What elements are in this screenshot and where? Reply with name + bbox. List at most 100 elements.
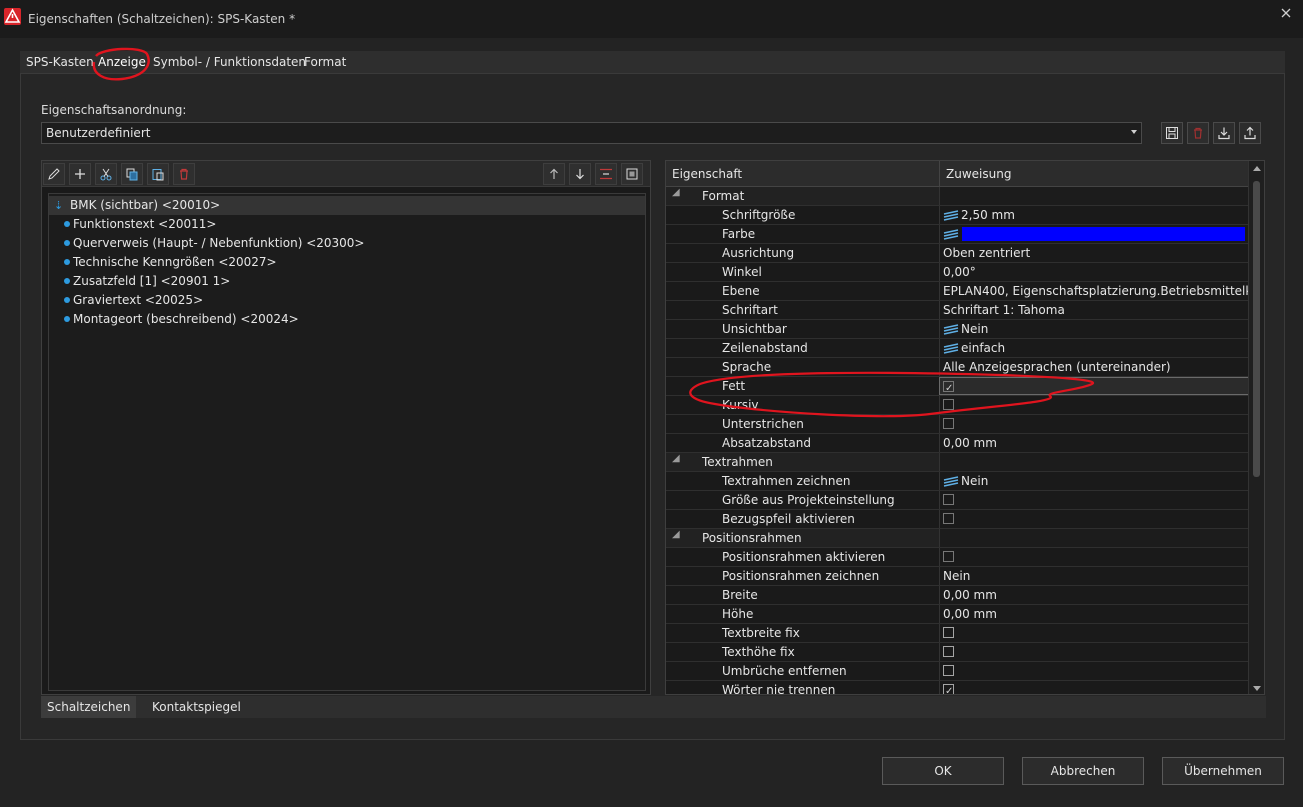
move-down-button[interactable] xyxy=(569,163,591,185)
row-hoehe[interactable]: Höhe 0,00 mm xyxy=(666,605,1249,624)
column-divider[interactable] xyxy=(939,161,940,187)
close-icon[interactable] xyxy=(1279,6,1293,20)
row-value[interactable] xyxy=(939,415,1249,433)
bezugspfeil-checkbox[interactable] xyxy=(943,513,954,524)
row-ausrichtung[interactable]: Ausrichtung Oben zentriert xyxy=(666,244,1249,263)
row-value[interactable]: Alle Anzeigesprachen (untereinander) xyxy=(939,358,1249,376)
row-value[interactable] xyxy=(939,396,1249,414)
tree-item-montageort[interactable]: Montageort (beschreibend) <20024> xyxy=(49,310,645,329)
cut-button[interactable] xyxy=(95,163,117,185)
row-value[interactable]: Nein xyxy=(939,567,1249,585)
row-breite[interactable]: Breite 0,00 mm xyxy=(666,586,1249,605)
fett-checkbox[interactable]: ✓ xyxy=(943,381,954,394)
row-absatzabstand[interactable]: Absatzabstand 0,00 mm xyxy=(666,434,1249,453)
row-unterstrichen[interactable]: Unterstrichen xyxy=(666,415,1249,434)
collapse-caret-icon[interactable]: ◢ xyxy=(672,187,680,198)
move-up-button[interactable] xyxy=(543,163,565,185)
tree-item-graviertext[interactable]: Graviertext <20025> xyxy=(49,291,645,310)
scroll-down-icon[interactable] xyxy=(1253,686,1261,691)
row-schriftgroesse[interactable]: Schriftgröße 2,50 mm xyxy=(666,206,1249,225)
row-value[interactable]: EPLAN400, Eigenschaftsplatzierung.Betrie… xyxy=(939,282,1249,300)
category-textrahmen[interactable]: ◢ Textrahmen xyxy=(666,453,1249,472)
row-value[interactable]: ✓ xyxy=(939,681,1249,694)
row-sprache[interactable]: Sprache Alle Anzeigesprachen (untereinan… xyxy=(666,358,1249,377)
ok-button[interactable]: OK xyxy=(882,757,1004,785)
expand-rows-button[interactable] xyxy=(595,163,617,185)
row-value[interactable]: Schriftart 1: Tahoma xyxy=(939,301,1249,319)
row-kursiv[interactable]: Kursiv xyxy=(666,396,1249,415)
category-format[interactable]: ◢ Format xyxy=(666,187,1249,206)
woerter-nie-trennen-checkbox[interactable]: ✓ xyxy=(943,684,954,694)
row-groesse-aus-projekteinstellung[interactable]: Größe aus Projekteinstellung xyxy=(666,491,1249,510)
row-value[interactable]: Nein xyxy=(939,472,1249,490)
row-winkel[interactable]: Winkel 0,00° xyxy=(666,263,1249,282)
arrangement-dropdown[interactable]: Benutzerdefiniert xyxy=(41,122,1142,144)
add-button[interactable] xyxy=(69,163,91,185)
tree-item-funktionstext[interactable]: Funktionstext <20011> xyxy=(49,215,645,234)
row-value[interactable] xyxy=(939,662,1249,680)
row-value[interactable]: 0,00° xyxy=(939,263,1249,281)
unterstrichen-checkbox[interactable] xyxy=(943,418,954,429)
scroll-up-icon[interactable] xyxy=(1253,166,1261,171)
save-arrangement-button[interactable] xyxy=(1161,122,1183,144)
copy-button[interactable] xyxy=(121,163,143,185)
groesse-checkbox[interactable] xyxy=(943,494,954,505)
row-value[interactable]: 0,00 mm xyxy=(939,434,1249,452)
tree-item-querverweis[interactable]: Querverweis (Haupt- / Nebenfunktion) <20… xyxy=(49,234,645,253)
scrollbar-thumb[interactable] xyxy=(1253,181,1260,477)
delete-arrangement-button[interactable] xyxy=(1187,122,1209,144)
edit-button[interactable] xyxy=(43,163,65,185)
row-value[interactable] xyxy=(939,510,1249,528)
row-zeilenabstand[interactable]: Zeilenabstand einfach xyxy=(666,339,1249,358)
positionsrahmen-aktivieren-checkbox[interactable] xyxy=(943,551,954,562)
grid-scrollbar[interactable] xyxy=(1248,161,1264,694)
export-arrangement-button[interactable] xyxy=(1239,122,1261,144)
row-value[interactable] xyxy=(939,624,1249,642)
collapse-caret-icon[interactable]: ◢ xyxy=(672,529,680,540)
tab-format[interactable]: Format xyxy=(304,51,346,74)
row-positionsrahmen-zeichnen[interactable]: Positionsrahmen zeichnen Nein xyxy=(666,567,1249,586)
row-textbreite-fix[interactable]: Textbreite fix xyxy=(666,624,1249,643)
kursiv-checkbox[interactable] xyxy=(943,399,954,410)
row-value[interactable]: 0,00 mm xyxy=(939,605,1249,623)
row-value[interactable]: ✓ xyxy=(939,377,1249,395)
row-value[interactable] xyxy=(939,225,1249,243)
row-value[interactable] xyxy=(939,491,1249,509)
umbrueche-entfernen-checkbox[interactable] xyxy=(943,665,954,676)
row-fett[interactable]: Fett ✓ xyxy=(666,377,1249,396)
import-arrangement-button[interactable] xyxy=(1213,122,1235,144)
tab-symbol-funktionsdaten[interactable]: Symbol- / Funktionsdaten xyxy=(153,51,306,74)
paste-button[interactable] xyxy=(147,163,169,185)
row-bezugspfeil-aktivieren[interactable]: Bezugspfeil aktivieren xyxy=(666,510,1249,529)
apply-button[interactable]: Übernehmen xyxy=(1162,757,1284,785)
row-value[interactable]: 2,50 mm xyxy=(939,206,1249,224)
row-texthoehe-fix[interactable]: Texthöhe fix xyxy=(666,643,1249,662)
collapse-caret-icon[interactable]: ◢ xyxy=(672,453,680,464)
textbreite-fix-checkbox[interactable] xyxy=(943,627,954,638)
cancel-button[interactable]: Abbrechen xyxy=(1022,757,1144,785)
row-positionsrahmen-aktivieren[interactable]: Positionsrahmen aktivieren xyxy=(666,548,1249,567)
row-value[interactable]: Nein xyxy=(939,320,1249,338)
column-header-zuweisung[interactable]: Zuweisung xyxy=(946,167,1011,181)
row-farbe[interactable]: Farbe xyxy=(666,225,1249,244)
tab-schaltzeichen[interactable]: Schaltzeichen xyxy=(41,696,137,718)
row-value[interactable]: einfach xyxy=(939,339,1249,357)
tree-item-bmk[interactable]: ⇣ BMK (sichtbar) <20010> xyxy=(49,196,645,215)
row-schriftart[interactable]: Schriftart Schriftart 1: Tahoma xyxy=(666,301,1249,320)
texthoehe-fix-checkbox[interactable] xyxy=(943,646,954,657)
row-umbrueche-entfernen[interactable]: Umbrüche entfernen xyxy=(666,662,1249,681)
row-value[interactable] xyxy=(939,643,1249,661)
tab-sps-kasten[interactable]: SPS-Kasten xyxy=(26,51,94,74)
row-ebene[interactable]: Ebene EPLAN400, Eigenschaftsplatzierung.… xyxy=(666,282,1249,301)
column-header-eigenschaft[interactable]: Eigenschaft xyxy=(672,167,742,181)
row-textrahmen-zeichnen[interactable]: Textrahmen zeichnen Nein xyxy=(666,472,1249,491)
row-value[interactable]: 0,00 mm xyxy=(939,586,1249,604)
tree-item-zusatzfeld[interactable]: Zusatzfeld [1] <20901 1> xyxy=(49,272,645,291)
category-positionsrahmen[interactable]: ◢ Positionsrahmen xyxy=(666,529,1249,548)
tree-item-technische-kenngroessen[interactable]: Technische Kenngrößen <20027> xyxy=(49,253,645,272)
row-woerter-nie-trennen[interactable]: Wörter nie trennen ✓ xyxy=(666,681,1249,694)
settings-frame-button[interactable] xyxy=(621,163,643,185)
delete-button[interactable] xyxy=(173,163,195,185)
row-value[interactable] xyxy=(939,548,1249,566)
color-swatch[interactable] xyxy=(962,227,1245,241)
